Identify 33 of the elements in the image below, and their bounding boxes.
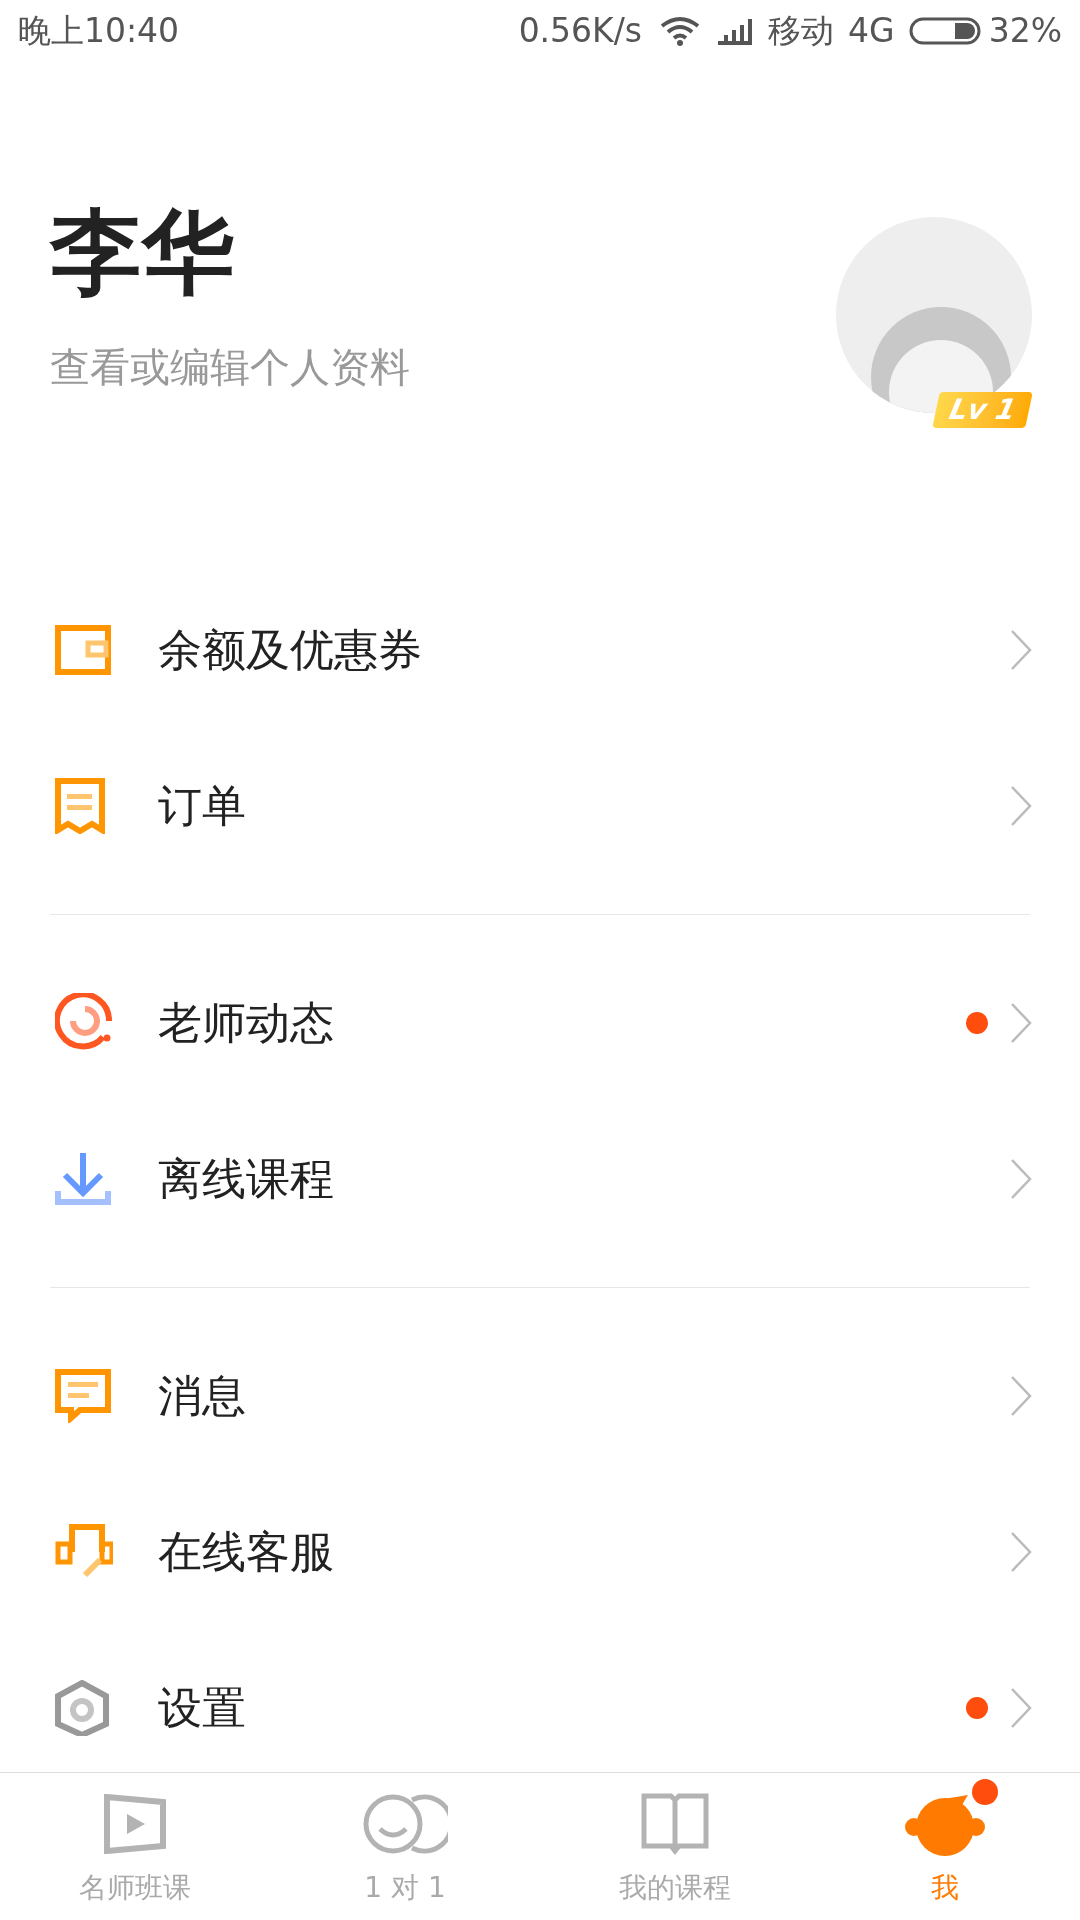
signal-icon [716,17,755,45]
chevron-icon [1010,785,1032,827]
network-type: 4G [848,10,895,53]
battery-percent: 32% [988,10,1062,53]
battery-icon [908,17,981,45]
chevron-icon [1010,1002,1032,1044]
menu-item[interactable]: 余额及优惠券 [0,572,1080,728]
wallet-icon [55,625,111,675]
receipt-icon [55,778,105,834]
chevron-icon [1010,629,1032,671]
chevron-icon [1010,1531,1032,1573]
message-icon [55,1369,111,1423]
settings-icon [55,1680,109,1736]
user-name[interactable]: 李华 [50,207,234,299]
menu-item[interactable]: 订单 [0,728,1080,884]
menu-item[interactable]: 消息 [0,1318,1080,1474]
level-badge: Lv 1 [932,392,1034,428]
two-circles-icon [362,1793,448,1855]
menu-item[interactable]: 在线客服 [0,1474,1080,1630]
book-icon [641,1793,709,1855]
headset-icon [55,1524,113,1580]
network-speed: 0.56K/s [518,10,643,53]
carrier-name: 移动 [768,10,835,53]
wifi-icon [660,16,701,46]
menu-item[interactable]: 离线课程 [0,1101,1080,1257]
menu-item[interactable]: 设置 [0,1630,1080,1772]
chevron-icon [1010,1375,1032,1417]
chevron-icon [1010,1687,1032,1729]
play-icon [103,1794,167,1854]
clock-time: 晚上10:40 [18,10,180,53]
download-icon [55,1151,111,1207]
chevron-icon [1010,1158,1032,1200]
menu-item[interactable]: 老师动态 [0,945,1080,1101]
